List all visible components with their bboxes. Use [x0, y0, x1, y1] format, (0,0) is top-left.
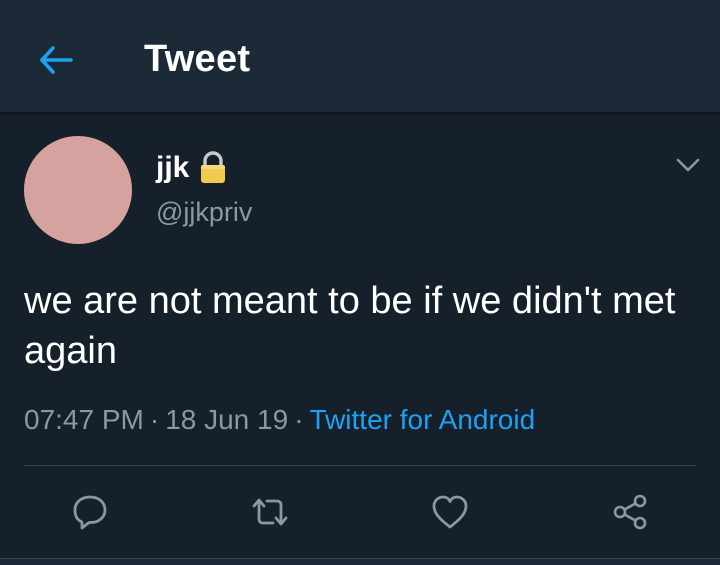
author-name-row: jjk — [156, 150, 227, 186]
meta-separator: · — [149, 404, 160, 435]
lock-icon — [201, 151, 226, 183]
retweet-button[interactable] — [246, 488, 294, 536]
chevron-down-icon — [676, 158, 700, 172]
like-button[interactable] — [426, 488, 474, 536]
tweet-metadata: 07:47 PM · 18 Jun 19 · Twitter for Android — [24, 402, 535, 438]
tweet-menu-button[interactable] — [670, 150, 706, 180]
tweet-time: 07:47 PM — [24, 404, 144, 435]
tweet-date: 18 Jun 19 — [165, 404, 289, 435]
retweet-icon — [252, 498, 288, 526]
back-button[interactable] — [34, 38, 78, 82]
divider — [24, 465, 696, 466]
display-name[interactable]: jjk — [156, 151, 189, 185]
reply-button[interactable] — [66, 488, 114, 536]
action-bar — [0, 488, 720, 538]
heart-icon — [432, 495, 468, 529]
page-title: Tweet — [144, 38, 251, 80]
share-button[interactable] — [606, 488, 654, 536]
arrow-left-icon — [40, 46, 73, 74]
reply-icon — [73, 495, 107, 530]
tweet-text: we are not meant to be if we didn't met … — [24, 280, 676, 372]
avatar[interactable] — [24, 136, 132, 244]
tweet-source-link[interactable]: Twitter for Android — [310, 404, 536, 435]
user-handle[interactable]: @jjkpriv — [156, 196, 252, 228]
meta-separator: · — [294, 404, 304, 435]
share-icon — [613, 494, 647, 530]
top-app-bar: Tweet — [0, 0, 720, 112]
